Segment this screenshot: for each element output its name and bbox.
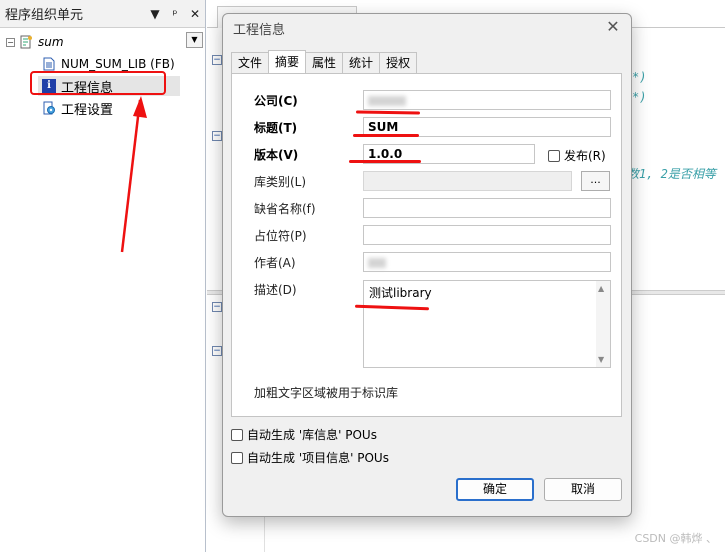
- tab-summary[interactable]: 摘要: [268, 50, 307, 73]
- annotation-underline: [349, 160, 421, 163]
- annotation-arrow: [120, 96, 147, 253]
- annotation-underline: [353, 134, 419, 137]
- watermark: CSDN @韩烨 、: [634, 532, 717, 545]
